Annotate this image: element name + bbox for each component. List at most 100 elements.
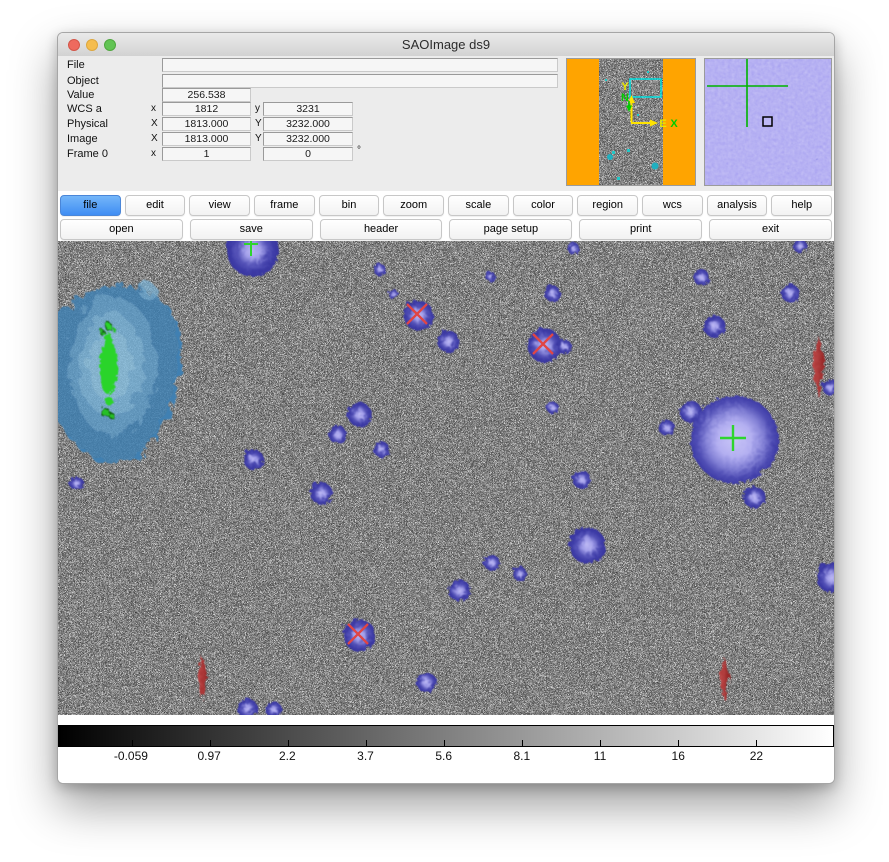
menu-region[interactable]: region <box>577 195 638 216</box>
compass-x-label: X <box>670 118 678 130</box>
star-blob <box>372 440 388 456</box>
colorbar-tick-label: 16 <box>672 749 685 763</box>
star-blob <box>68 475 82 489</box>
menu-analysis[interactable]: analysis <box>707 195 768 216</box>
colorbar-tick-label: 3.7 <box>357 749 374 763</box>
star-blob <box>568 526 604 562</box>
colorbar-tick-label: 11 <box>594 749 606 763</box>
colorbar-tick <box>132 740 133 746</box>
star-blob <box>566 241 578 253</box>
menu-scale[interactable]: scale <box>448 195 509 216</box>
titlebar[interactable]: SAOImage ds9 <box>58 33 834 57</box>
colorbar-tick <box>522 740 523 746</box>
star-blob <box>780 283 798 301</box>
menu-frame[interactable]: frame <box>254 195 315 216</box>
degree-symbol: ° <box>357 145 361 156</box>
value-label: Value <box>67 88 94 102</box>
menu-color[interactable]: color <box>513 195 574 216</box>
compass-e-label: E <box>659 118 666 130</box>
window-title: SAOImage ds9 <box>58 33 834 56</box>
physical-y-label: Y <box>255 117 262 131</box>
star-blob <box>657 418 673 434</box>
colorbar-tick-label: 22 <box>750 749 763 763</box>
star-blob <box>545 400 557 412</box>
image-y-field: 3232.000 <box>263 132 353 146</box>
colorbar-gradient[interactable] <box>58 725 834 747</box>
file-field <box>162 58 558 72</box>
panner-view[interactable]: Y N E X <box>566 58 696 186</box>
wcs-y-field: 3231 <box>263 102 353 116</box>
colorbar-tick <box>678 740 679 746</box>
exit-button[interactable]: exit <box>709 219 832 240</box>
colorbar-tick <box>600 740 601 746</box>
physical-x-label: X <box>151 117 158 131</box>
frame-zoom-field: 1 <box>162 147 251 161</box>
colorbar-panel: -0.059 0.97 2.2 3.7 5.6 8.1 11 16 22 <box>58 715 834 783</box>
frame-x-label: x <box>151 147 156 161</box>
menu-edit[interactable]: edit <box>125 195 186 216</box>
object-field <box>162 74 558 88</box>
image-y-label: Y <box>255 132 262 146</box>
star-blob <box>436 329 458 351</box>
colorbar-tick-label: 2.2 <box>279 749 296 763</box>
menu-bar: file edit view frame bin zoom scale colo… <box>60 195 832 216</box>
magnifier-pixel-box <box>763 117 772 126</box>
star-blob <box>484 270 494 280</box>
value-field: 256.538 <box>162 88 251 102</box>
star-blob <box>242 448 262 468</box>
menu-view[interactable]: view <box>189 195 250 216</box>
colorbar-tick <box>756 740 757 746</box>
star-blob <box>742 485 764 507</box>
compass-n-label: N <box>621 92 629 104</box>
star-blob <box>372 262 384 274</box>
header-button[interactable]: header <box>320 219 443 240</box>
star-blob <box>415 671 435 691</box>
file-label: File <box>67 58 85 72</box>
star-blob <box>692 268 708 284</box>
physical-y-field: 3232.000 <box>263 117 353 131</box>
star-blob <box>387 288 397 298</box>
print-button[interactable]: print <box>579 219 702 240</box>
colorbar-tick <box>210 740 211 746</box>
image-label: Image <box>67 132 98 146</box>
wcs-y-label: y <box>255 102 260 116</box>
star-blob <box>309 481 331 503</box>
star-blob <box>327 424 345 442</box>
star-blob <box>543 284 559 300</box>
open-button[interactable]: open <box>60 219 183 240</box>
menu-bin[interactable]: bin <box>319 195 380 216</box>
image-canvas[interactable] <box>58 241 834 715</box>
colorbar-scale: -0.059 0.97 2.2 3.7 5.6 8.1 11 16 22 <box>58 749 834 765</box>
colorbar-tick-label: 8.1 <box>514 749 531 763</box>
colorbar-tick <box>288 740 289 746</box>
menu-zoom[interactable]: zoom <box>383 195 444 216</box>
colorbar-tick-label: 0.97 <box>197 749 220 763</box>
star-blob <box>511 565 525 579</box>
star-blob <box>346 401 370 425</box>
colorbar-tick-label: -0.059 <box>114 749 148 763</box>
sky-image <box>58 241 834 715</box>
desktop-background: SAOImage ds9 File Object Value 256.538 W… <box>0 0 889 862</box>
star-blob <box>482 553 498 569</box>
star-blob <box>447 578 469 600</box>
star-blob <box>702 314 724 336</box>
menu-help[interactable]: help <box>771 195 832 216</box>
object-label: Object <box>67 74 99 88</box>
save-button[interactable]: save <box>190 219 313 240</box>
physical-x-field: 1813.000 <box>162 117 251 131</box>
colorbar-tick <box>366 740 367 746</box>
image-x-field: 1813.000 <box>162 132 251 146</box>
colorbar-tick-label: 5.6 <box>435 749 452 763</box>
image-x-label: X <box>151 132 158 146</box>
wcs-x-field: 1812 <box>162 102 251 116</box>
menu-wcs[interactable]: wcs <box>642 195 703 216</box>
wcs-label: WCS a <box>67 102 102 116</box>
menu-file[interactable]: file <box>60 195 121 216</box>
wcs-x-label: x <box>151 102 156 116</box>
star-blob <box>556 338 570 352</box>
file-submenu-bar: open save header page setup print exit <box>60 219 832 240</box>
star-blob <box>571 469 589 487</box>
magnifier-view <box>704 58 832 186</box>
frame-label: Frame 0 <box>67 147 108 161</box>
page-setup-button[interactable]: page setup <box>449 219 572 240</box>
